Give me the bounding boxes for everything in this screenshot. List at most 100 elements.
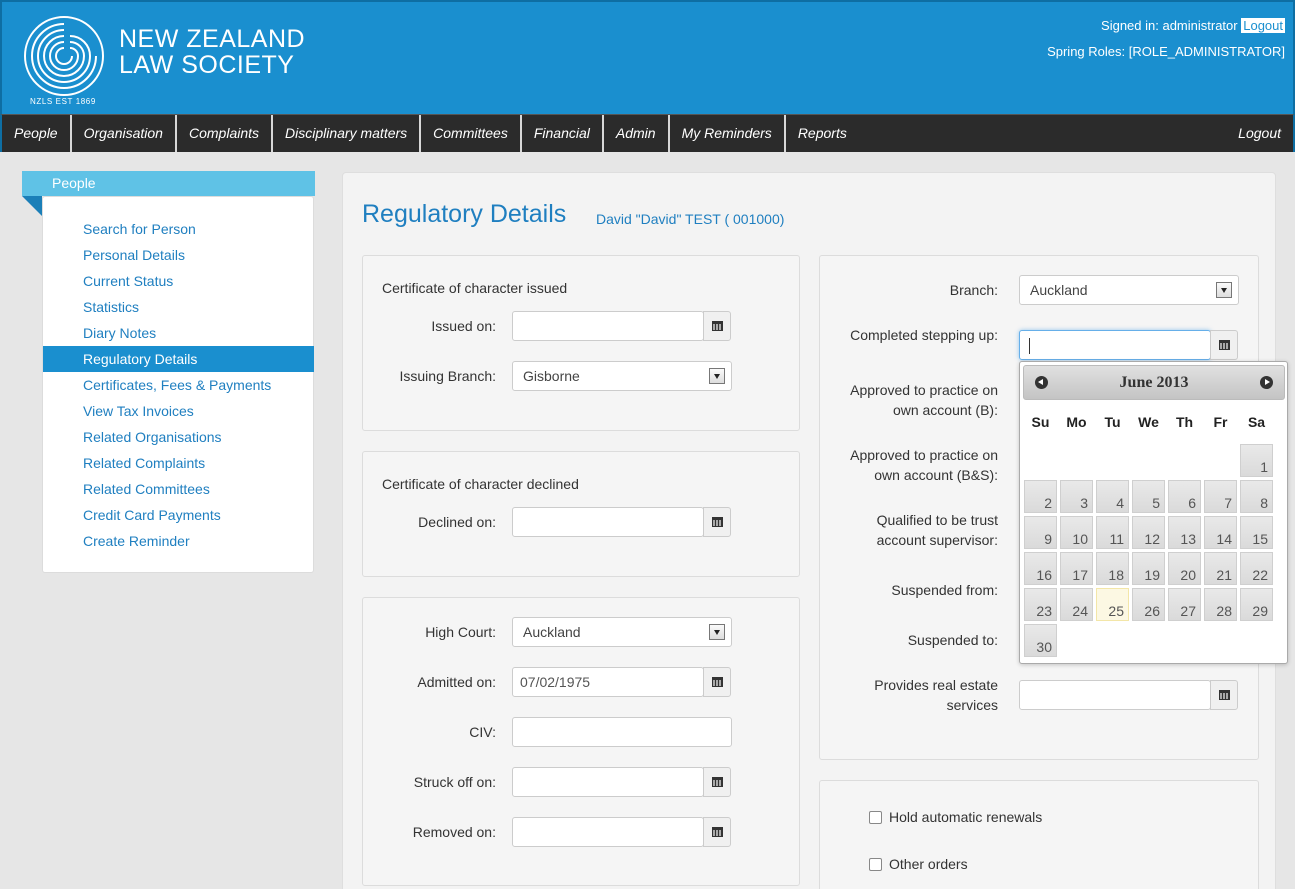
sidebar-item-create-reminder[interactable]: Create Reminder — [43, 528, 314, 554]
datepicker-day[interactable]: 22 — [1240, 552, 1273, 585]
datepicker-day[interactable]: 1 — [1240, 444, 1273, 477]
removed-on-input[interactable] — [512, 817, 704, 847]
datepicker-day[interactable]: 17 — [1060, 552, 1093, 585]
issuing-branch-label: Issuing Branch: — [399, 368, 497, 384]
datepicker-day[interactable]: 4 — [1096, 480, 1129, 513]
app-header: NEW ZEALAND LAW SOCIETY NZLS EST 1869 Si… — [0, 0, 1295, 114]
admitted-on-input[interactable]: 07/02/1975 — [512, 667, 704, 697]
datepicker-day[interactable]: 23 — [1024, 588, 1057, 621]
datepicker-day[interactable]: 25 — [1096, 588, 1129, 621]
datepicker-day[interactable]: 5 — [1132, 480, 1165, 513]
nav-admin[interactable]: Admin — [604, 115, 670, 152]
stepping-up-calendar-button[interactable] — [1210, 330, 1238, 360]
chevron-down-icon — [709, 368, 725, 384]
sidebar-item-credit-card-payments[interactable]: Credit Card Payments — [43, 502, 314, 528]
nav-disciplinary-matters[interactable]: Disciplinary matters — [273, 115, 422, 152]
sidebar-item-related-committees[interactable]: Related Committees — [43, 476, 314, 502]
datepicker-day[interactable]: 15 — [1240, 516, 1273, 549]
branch-label: Branch: — [949, 282, 998, 298]
sidebar-item-related-organisations[interactable]: Related Organisations — [43, 424, 314, 450]
hold-renewals-checkbox[interactable] — [869, 811, 882, 824]
nav-my-reminders[interactable]: My Reminders — [670, 115, 786, 152]
other-orders-label[interactable]: Other orders — [889, 856, 968, 872]
issued-on-calendar-button[interactable] — [703, 311, 731, 341]
branch-select[interactable]: Auckland — [1019, 275, 1239, 305]
main-nav: People Organisation Complaints Disciplin… — [0, 114, 1295, 152]
declined-on-input[interactable] — [512, 507, 704, 537]
sidebar-item-search-for-person[interactable]: Search for Person — [43, 216, 314, 242]
sidebar-ribbon-fold — [22, 196, 42, 216]
datepicker-day[interactable]: 10 — [1060, 516, 1093, 549]
sidebar-item-related-complaints[interactable]: Related Complaints — [43, 450, 314, 476]
struck-off-calendar-button[interactable] — [703, 767, 731, 797]
datepicker-day[interactable]: 14 — [1204, 516, 1237, 549]
sidebar-item-regulatory-details[interactable]: Regulatory Details — [43, 346, 314, 372]
sidebar-item-statistics[interactable]: Statistics — [43, 294, 314, 320]
datepicker-day[interactable]: 8 — [1240, 480, 1273, 513]
datepicker-day[interactable]: 2 — [1024, 480, 1057, 513]
issuing-branch-value: Gisborne — [523, 368, 580, 384]
datepicker-day[interactable]: 24 — [1060, 588, 1093, 621]
nav-financial[interactable]: Financial — [522, 115, 604, 152]
removed-on-calendar-button[interactable] — [703, 817, 731, 847]
nav-organisation[interactable]: Organisation — [72, 115, 177, 152]
datepicker-day[interactable]: 7 — [1204, 480, 1237, 513]
sidebar-item-diary-notes[interactable]: Diary Notes — [43, 320, 314, 346]
datepicker-day[interactable]: 11 — [1096, 516, 1129, 549]
nzls-logo-icon — [24, 16, 104, 96]
removed-on-label: Removed on: — [412, 824, 496, 840]
datepicker-day[interactable]: 13 — [1168, 516, 1201, 549]
datepicker-day[interactable]: 19 — [1132, 552, 1165, 585]
civ-label: CIV: — [469, 724, 496, 740]
datepicker-day[interactable]: 28 — [1204, 588, 1237, 621]
datepicker-day[interactable]: 27 — [1168, 588, 1201, 621]
datepicker-day[interactable]: 9 — [1024, 516, 1057, 549]
next-month-icon[interactable] — [1260, 376, 1273, 389]
admitted-on-calendar-button[interactable] — [703, 667, 731, 697]
hold-renewals-label[interactable]: Hold automatic renewals — [889, 809, 1042, 825]
high-court-select[interactable]: Auckland — [512, 617, 732, 647]
real-estate-label: Provides real estate services — [874, 677, 998, 713]
datepicker-day[interactable]: 3 — [1060, 480, 1093, 513]
sidebar-item-personal-details[interactable]: Personal Details — [43, 242, 314, 268]
datepicker-day[interactable]: 20 — [1168, 552, 1201, 585]
nav-committees[interactable]: Committees — [421, 115, 522, 152]
person-name-link[interactable]: David "David" TEST ( 001000) — [596, 211, 784, 227]
roles-label: Spring Roles: [ROLE_ADMINISTRATOR] — [1047, 44, 1285, 59]
approved-b-label: Approved to practice on own account (B): — [850, 382, 998, 418]
real-estate-input[interactable] — [1019, 680, 1211, 710]
datepicker-day[interactable]: 29 — [1240, 588, 1273, 621]
nav-logout[interactable]: Logout — [1238, 115, 1281, 152]
datepicker-day[interactable]: 6 — [1168, 480, 1201, 513]
sidebar-item-view-tax-invoices[interactable]: View Tax Invoices — [43, 398, 314, 424]
admitted-on-label: Admitted on: — [417, 674, 496, 690]
nav-reports[interactable]: Reports — [786, 115, 859, 152]
other-orders-checkbox[interactable] — [869, 858, 882, 871]
datepicker-header: June 2013 — [1023, 365, 1285, 400]
weekday-header: Mo — [1066, 414, 1087, 430]
sidebar-item-current-status[interactable]: Current Status — [43, 268, 314, 294]
datepicker-day[interactable]: 30 — [1024, 624, 1057, 657]
datepicker-day[interactable]: 18 — [1096, 552, 1129, 585]
declined-on-calendar-button[interactable] — [703, 507, 731, 537]
header-logout-link[interactable]: Logout — [1241, 18, 1285, 33]
sidebar-item-certificates-fees-payments[interactable]: Certificates, Fees & Payments — [43, 372, 314, 398]
datepicker-day[interactable]: 16 — [1024, 552, 1057, 585]
certificate-declined-title: Certificate of character declined — [382, 476, 579, 492]
stepping-up-input[interactable] — [1019, 330, 1211, 360]
datepicker-day[interactable]: 12 — [1132, 516, 1165, 549]
datepicker-day[interactable]: 21 — [1204, 552, 1237, 585]
stepping-up-label: Completed stepping up: — [850, 327, 998, 343]
issued-on-input[interactable] — [512, 311, 704, 341]
datepicker-popup: June 2013 Su Mo Tu We Th Fr Sa 1 2 3 4 5 6 7 8 9 10 11 12… — [1019, 361, 1288, 664]
datepicker-day[interactable]: 26 — [1132, 588, 1165, 621]
issuing-branch-select[interactable]: Gisborne — [512, 361, 732, 391]
suspended-to-label: Suspended to: — [907, 632, 998, 648]
real-estate-calendar-button[interactable] — [1210, 680, 1238, 710]
struck-off-input[interactable] — [512, 767, 704, 797]
weekday-header: Tu — [1104, 414, 1121, 430]
nav-complaints[interactable]: Complaints — [177, 115, 274, 152]
user-info: Signed in: administrator Logout Spring R… — [1047, 18, 1285, 59]
nav-people[interactable]: People — [2, 115, 72, 152]
civ-input[interactable] — [512, 717, 732, 747]
